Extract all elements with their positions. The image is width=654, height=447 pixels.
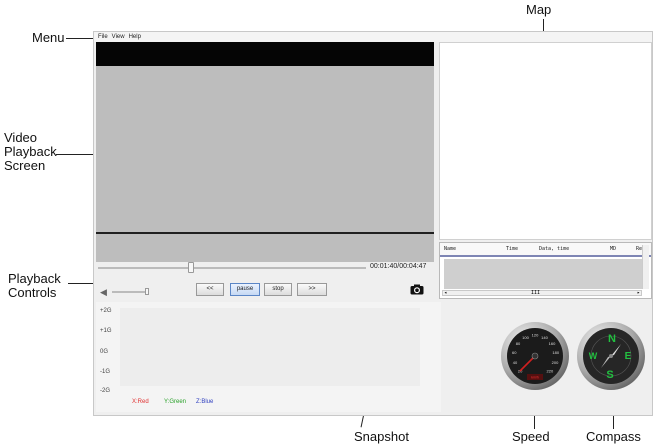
compass-west: W (589, 351, 598, 361)
speed-tick-label: 80 (516, 341, 521, 346)
legend-z: Z:Blue (196, 399, 214, 405)
video-top-band (96, 42, 434, 66)
menu-help[interactable]: Help (129, 34, 141, 40)
time-readout: 00:01:40/00:04:47 (370, 263, 427, 270)
menu-view[interactable]: View (112, 34, 125, 40)
speaker-icon[interactable]: ◀ (100, 287, 107, 298)
table-body (444, 259, 642, 289)
callout-playback-line1: Playback (8, 271, 61, 286)
callout-video-line2: Playback (4, 144, 57, 159)
col-time[interactable]: Time (506, 246, 518, 252)
compass-north: N (608, 333, 616, 345)
callout-compass: Compass (586, 429, 641, 444)
rewind-button[interactable]: << (196, 283, 224, 296)
gsensor-tick-zero: 0G (100, 349, 109, 355)
stop-button[interactable]: stop (264, 283, 292, 296)
map-panel[interactable] (439, 42, 652, 240)
compass-south: S (606, 369, 613, 381)
gps-file-table[interactable]: Name Time Data, time MD Res ◂ III ▸ (439, 242, 652, 299)
speedometer: 20406080100120140160180200220 km/h (501, 322, 569, 390)
compass-east: E (625, 351, 632, 362)
table-header: Name Time Data, time MD Res (440, 243, 651, 257)
scroll-grip[interactable]: III (531, 290, 540, 296)
legend-x: X:Red (132, 399, 149, 405)
callout-video: Video Playback Screen (4, 131, 57, 173)
menu-bar: File View Help (94, 32, 652, 42)
speed-tick-label: 220 (547, 368, 554, 373)
callout-snapshot: Snapshot (354, 429, 409, 444)
scroll-right-arrow-icon[interactable]: ▸ (637, 290, 640, 296)
pause-button[interactable]: pause (230, 283, 260, 296)
seek-handle[interactable] (188, 262, 195, 273)
seek-bar[interactable] (98, 267, 366, 269)
col-name[interactable]: Name (444, 246, 456, 252)
speed-tick-label: 160 (549, 341, 556, 346)
table-horizontal-scrollbar[interactable]: ◂ III ▸ (442, 290, 642, 296)
callout-speed: Speed (512, 429, 550, 444)
forward-button[interactable]: >> (297, 283, 327, 296)
callout-playback-line2: Controls (8, 285, 57, 300)
camera-icon[interactable] (410, 284, 424, 295)
compass: N E S W (577, 322, 645, 390)
speed-tick-label: 140 (541, 335, 548, 340)
volume-knob[interactable] (145, 288, 149, 295)
callout-map: Map (526, 2, 552, 17)
callout-video-line (56, 154, 96, 155)
speed-unit: km/h (531, 376, 539, 380)
gsensor-tick-minus2: -2G (100, 388, 111, 394)
scroll-left-arrow-icon[interactable]: ◂ (444, 290, 447, 296)
volume-slider[interactable] (112, 291, 148, 293)
menu-file[interactable]: File (98, 34, 108, 40)
gsensor-tick-plus2: +2G (100, 308, 112, 314)
callout-video-line1: Video (4, 130, 38, 145)
speed-tick-label: 100 (522, 335, 529, 340)
callout-menu: Menu (32, 30, 65, 45)
gsensor-graph: +2G +1G 0G -1G -2G X:Red Y:Green Z:Blue (96, 302, 441, 412)
speed-tick-label: 200 (552, 360, 559, 365)
gsensor-tick-plus1: +1G (100, 328, 112, 334)
callout-video-line3: Screen (4, 158, 46, 173)
speed-tick-label: 60 (512, 350, 517, 355)
legend-y: Y:Green (164, 399, 187, 405)
callout-menu-line (66, 38, 96, 39)
speed-tick-label: 120 (532, 333, 539, 338)
col-datatime[interactable]: Data, time (539, 246, 569, 252)
col-md[interactable]: MD (610, 246, 616, 252)
gsensor-plot-area (120, 308, 420, 386)
callout-playback: Playback Controls (8, 272, 61, 300)
gsensor-tick-minus1: -1G (100, 369, 111, 375)
table-vertical-scrollbar[interactable] (642, 245, 649, 289)
video-divider (96, 232, 434, 234)
video-screen[interactable] (96, 42, 434, 262)
speed-tick-label: 40 (513, 360, 518, 365)
speed-tick-label: 180 (552, 350, 559, 355)
